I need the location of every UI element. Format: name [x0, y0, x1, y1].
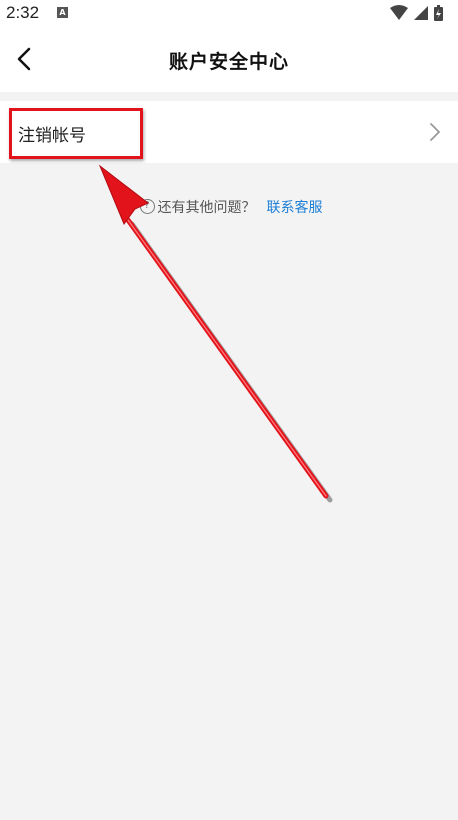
chevron-right-icon: [430, 123, 440, 141]
arrow-shaft: [125, 217, 329, 499]
signal-icon: [414, 6, 428, 20]
contact-support-link[interactable]: 联系客服: [267, 197, 323, 217]
highlight-annotation-box: [9, 108, 143, 159]
app-header: 账户安全中心: [0, 28, 458, 92]
status-bar: 2:32 A: [0, 0, 458, 28]
arrow-shadow: [129, 221, 333, 503]
status-time: 2:32: [6, 3, 40, 22]
help-question-text: 还有其他问题？: [157, 199, 256, 216]
question-circle-icon: ?: [139, 199, 155, 214]
battery-icon: [434, 5, 443, 21]
wifi-icon: [390, 5, 408, 20]
status-icons: [390, 5, 443, 21]
page-title: 账户安全中心: [168, 51, 289, 73]
help-line: ? 还有其他问题？ 联系客服: [0, 196, 458, 220]
app-notification-icon: A: [57, 7, 68, 18]
